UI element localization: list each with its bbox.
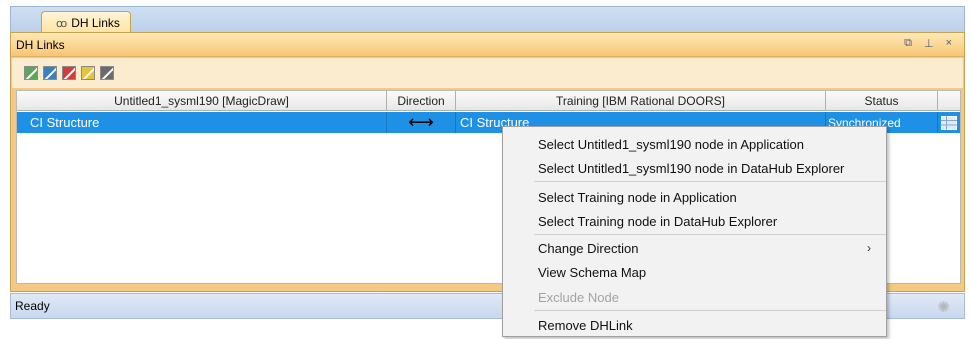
yellow-link-icon[interactable] (81, 66, 95, 80)
menu-item-select-target-app[interactable]: Select Training node in Application (538, 185, 883, 209)
context-menu: Select Untitled1_sysml190 node in Applic… (502, 126, 887, 337)
link-toolbar (12, 58, 963, 88)
column-header-target[interactable]: Training [IBM Rational DOORS] (456, 91, 826, 111)
direction-arrow-icon[interactable]: ⟷ (387, 112, 456, 133)
menu-separator (534, 234, 886, 235)
red-link-icon[interactable] (62, 66, 76, 80)
menu-item-change-direction[interactable]: Change Direction › (538, 236, 883, 260)
submenu-arrow-icon: › (867, 241, 871, 255)
menu-item-view-schema-map[interactable]: View Schema Map (538, 260, 883, 284)
column-header-source[interactable]: Untitled1_sysml190 [MagicDraw] (17, 91, 387, 111)
menu-separator (534, 181, 886, 182)
tab-dh-links[interactable]: ꝏ DH Links (41, 11, 131, 34)
cell-source[interactable]: CI Structure (17, 112, 387, 133)
menu-item-select-source-explorer[interactable]: Select Untitled1_sysml190 node in DataHu… (538, 156, 883, 180)
panel-controls: ⧉ ⊥ × (904, 37, 952, 50)
panel-title: DH Links (16, 37, 65, 52)
menu-item-select-source-app[interactable]: Select Untitled1_sysml190 node in Applic… (538, 132, 883, 156)
row-details-icon[interactable] (938, 112, 960, 133)
column-header-status[interactable]: Status (826, 91, 938, 111)
document-tab-strip: ꝏ DH Links (10, 6, 965, 34)
tab-label: DH Links (71, 16, 120, 30)
panel-title-bar: DH Links ⧉ ⊥ × (11, 33, 964, 57)
table-grid-icon (941, 115, 957, 130)
menu-item-exclude-node: Exclude Node (538, 289, 619, 305)
blue-link-icon[interactable] (43, 66, 57, 80)
menu-item-label: Change Direction (538, 240, 639, 256)
dh-links-icon: ꝏ (56, 17, 68, 30)
table-header: Untitled1_sysml190 [MagicDraw] Direction… (17, 91, 960, 111)
close-icon[interactable]: × (946, 37, 952, 50)
column-header-direction[interactable]: Direction (387, 91, 456, 111)
menu-item-remove-dhlink[interactable]: Remove DHLink (538, 313, 883, 337)
green-link-icon[interactable] (24, 66, 38, 80)
menu-item-select-target-explorer[interactable]: Select Training node in DataHub Explorer (538, 209, 883, 233)
column-header-extra (938, 91, 960, 111)
menu-separator (534, 310, 886, 311)
restore-icon[interactable]: ⧉ (904, 37, 912, 50)
status-text: Ready (15, 299, 50, 313)
busy-gear-icon: ✺ (937, 299, 950, 316)
pin-icon[interactable]: ⊥ (924, 37, 934, 50)
gray-link-icon[interactable] (100, 66, 114, 80)
